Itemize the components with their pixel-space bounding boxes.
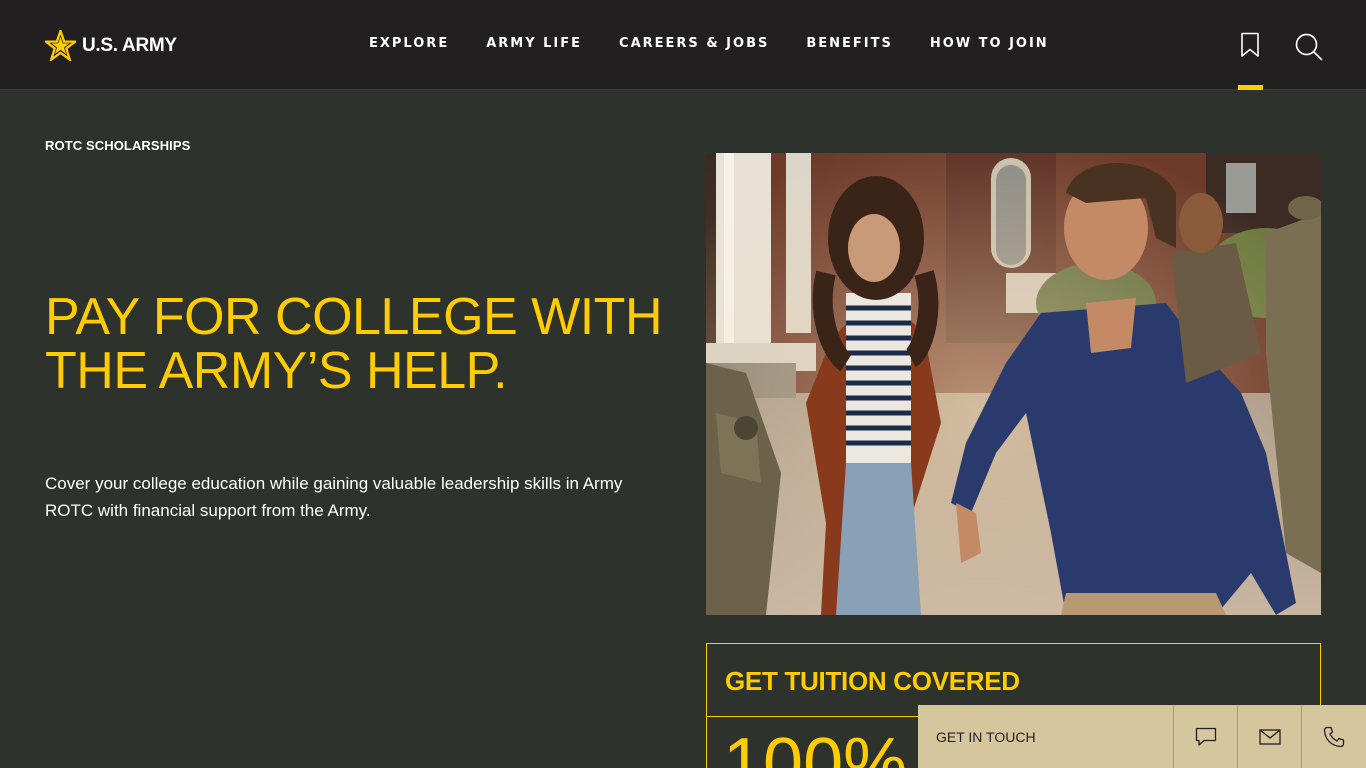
hero-description: Cover your college education while gaini… bbox=[45, 474, 623, 520]
mail-icon bbox=[1259, 728, 1281, 745]
army-star-icon bbox=[45, 30, 76, 61]
chat-button[interactable] bbox=[1174, 705, 1239, 768]
eyebrow-label: ROTC SCHOLARSHIPS bbox=[45, 138, 191, 153]
nav-how-to-join[interactable]: HOW TO JOIN bbox=[930, 36, 1049, 51]
nav-careers-jobs[interactable]: CAREERS & JOBS bbox=[619, 36, 769, 51]
contact-bar: GET IN TOUCH bbox=[918, 705, 1366, 768]
card-stat-value: 100% bbox=[723, 724, 908, 768]
nav-benefits[interactable]: BENEFITS bbox=[806, 36, 893, 51]
nav-explore[interactable]: EXPLORE bbox=[369, 36, 449, 51]
email-button[interactable] bbox=[1238, 705, 1303, 768]
army-logo[interactable]: U.S. ARMY bbox=[45, 30, 177, 61]
search-icon[interactable] bbox=[1294, 32, 1324, 67]
active-indicator bbox=[1238, 85, 1263, 90]
page-title: PAY FOR COLLEGE WITH THE ARMY’S HELP. bbox=[45, 288, 663, 400]
hero-photo-students-walking bbox=[706, 153, 1321, 615]
phone-icon bbox=[1323, 726, 1345, 747]
phone-button[interactable] bbox=[1302, 705, 1366, 768]
nav-army-life[interactable]: ARMY LIFE bbox=[486, 36, 582, 51]
bookmark-icon[interactable] bbox=[1240, 32, 1260, 63]
chat-icon bbox=[1195, 727, 1217, 746]
card-title: GET TUITION COVERED bbox=[725, 666, 1020, 696]
get-in-touch-button[interactable]: GET IN TOUCH bbox=[918, 705, 1175, 768]
logo-text: U.S. ARMY bbox=[82, 34, 177, 56]
site-header: U.S. ARMY EXPLORE ARMY LIFE CAREERS & JO… bbox=[0, 0, 1366, 90]
main-nav: EXPLORE ARMY LIFE CAREERS & JOBS BENEFIT… bbox=[369, 36, 1049, 51]
